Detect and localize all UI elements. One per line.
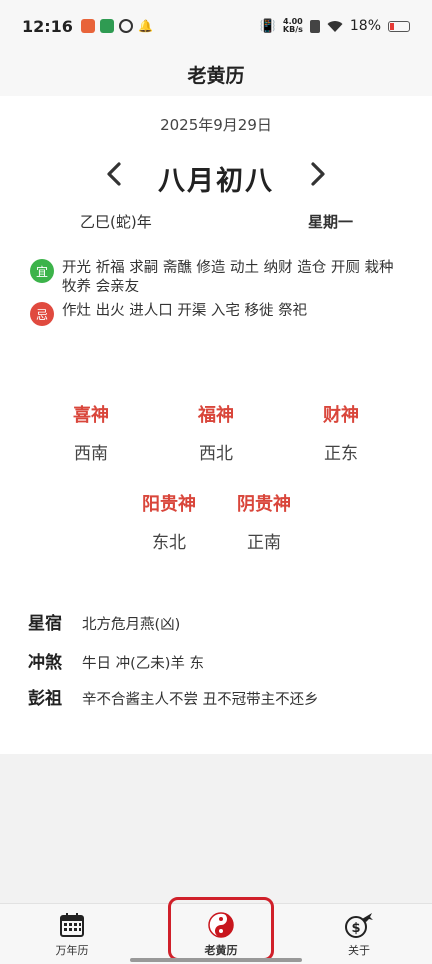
info-label: 星宿 [28, 614, 62, 634]
tab-label: 关于 [348, 944, 370, 957]
info-row-xingxiu: 星宿 北方危月燕(凶) [28, 609, 180, 634]
home-indicator [130, 958, 302, 962]
notification-icons: 🔔 [80, 19, 153, 33]
lunar-date-row: 八月初八 [0, 158, 432, 198]
chevron-right-icon [311, 162, 325, 186]
god-direction: 东北 [152, 533, 186, 553]
yi-text: 开光 祈福 求嗣 斋醮 修造 动土 纳财 造仓 开厕 栽种 牧养 会亲友 [62, 260, 394, 295]
tab-label: 万年历 [55, 944, 89, 957]
god-yinguishen: 阴贵神 正南 [219, 490, 309, 553]
god-direction: 西北 [199, 444, 233, 464]
sync-icon [118, 19, 133, 33]
no-sim-icon [309, 19, 320, 33]
page-title: 老黄历 [187, 64, 245, 87]
ji-badge: 忌 [30, 302, 54, 326]
info-value: 牛日 冲(乙未)羊 东 [82, 656, 205, 672]
yin-yang-icon [208, 912, 234, 938]
app-notification-icon [99, 19, 114, 33]
god-xishen: 喜神 西南 [46, 401, 136, 464]
tab-icon-wrap: $ [309, 910, 409, 940]
dollar-plane-icon: $ [345, 913, 373, 938]
tab-label: 老黄历 [204, 944, 238, 957]
info-label: 彭祖 [28, 689, 62, 709]
calendar-icon [60, 913, 84, 937]
battery-percent: 18% [349, 18, 381, 34]
next-day-button[interactable] [304, 158, 332, 198]
chevron-left-icon [107, 162, 121, 186]
app-notification-icon [80, 19, 95, 33]
info-row-chongsha: 冲煞 牛日 冲(乙未)羊 东 [28, 648, 204, 673]
tab-icon-wrap [171, 910, 271, 940]
info-value: 北方危月燕(凶) [82, 617, 181, 633]
god-fushen: 福神 西北 [171, 401, 261, 464]
battery-icon [388, 20, 410, 32]
god-name: 阳贵神 [142, 494, 196, 515]
ji-row: 忌 作灶 出火 进人口 开渠 入宅 移徙 祭祀 [30, 302, 410, 326]
info-value: 辛不合酱主人不尝 丑不冠带主不还乡 [82, 692, 319, 708]
tab-icon-wrap [22, 910, 122, 940]
ganzhi-year: 乙巳(蛇)年 [80, 213, 152, 231]
lunar-date: 八月初八 [158, 165, 274, 197]
net-speed: 4.00 KB/s [283, 18, 303, 34]
almanac-panel: 2025年9月29日 八月初八 乙巳(蛇)年 星期一 宜 开光 祈福 求嗣 斋醮… [0, 96, 432, 754]
god-direction: 正南 [247, 533, 281, 553]
status-bar: 12:16 🔔 📳 4.00 KB/s 18% [0, 0, 432, 52]
bottom-tab-bar: 万年历 老黄历 $ 关于 [0, 903, 432, 964]
tab-almanac[interactable]: 老黄历 [171, 904, 271, 960]
tab-calendar[interactable]: 万年历 [22, 904, 122, 960]
status-time: 12:16 [22, 16, 73, 36]
tab-about[interactable]: $ 关于 [309, 904, 409, 960]
wifi-icon [327, 20, 343, 32]
net-speed-unit: KB/s [282, 25, 303, 34]
vibrate-icon: 📳 [259, 18, 276, 34]
status-right: 📳 4.00 KB/s 18% [260, 18, 410, 34]
info-label: 冲煞 [28, 653, 62, 673]
god-name: 喜神 [73, 405, 109, 426]
god-name: 福神 [198, 405, 234, 426]
app-header: 老黄历 [0, 52, 432, 96]
solar-date: 2025年9月29日 [160, 116, 272, 134]
god-direction: 正东 [324, 444, 358, 464]
yi-row: 宜 开光 祈福 求嗣 斋醮 修造 动土 纳财 造仓 开厕 栽种 牧养 会亲友 [30, 259, 410, 297]
svg-text:$: $ [351, 921, 360, 936]
info-row-pengzu: 彭祖 辛不合酱主人不尝 丑不冠带主不还乡 [28, 684, 319, 709]
god-caishen: 财神 正东 [296, 401, 386, 464]
bell-icon: 🔔 [137, 19, 153, 33]
yi-badge: 宜 [30, 259, 54, 283]
god-name: 阴贵神 [237, 494, 291, 515]
god-direction: 西南 [74, 444, 108, 464]
god-yangguishen: 阳贵神 东北 [124, 490, 214, 553]
prev-day-button[interactable] [100, 158, 128, 198]
god-name: 财神 [323, 405, 359, 426]
ji-text: 作灶 出火 进人口 开渠 入宅 移徙 祭祀 [62, 303, 308, 319]
weekday: 星期一 [308, 213, 354, 231]
